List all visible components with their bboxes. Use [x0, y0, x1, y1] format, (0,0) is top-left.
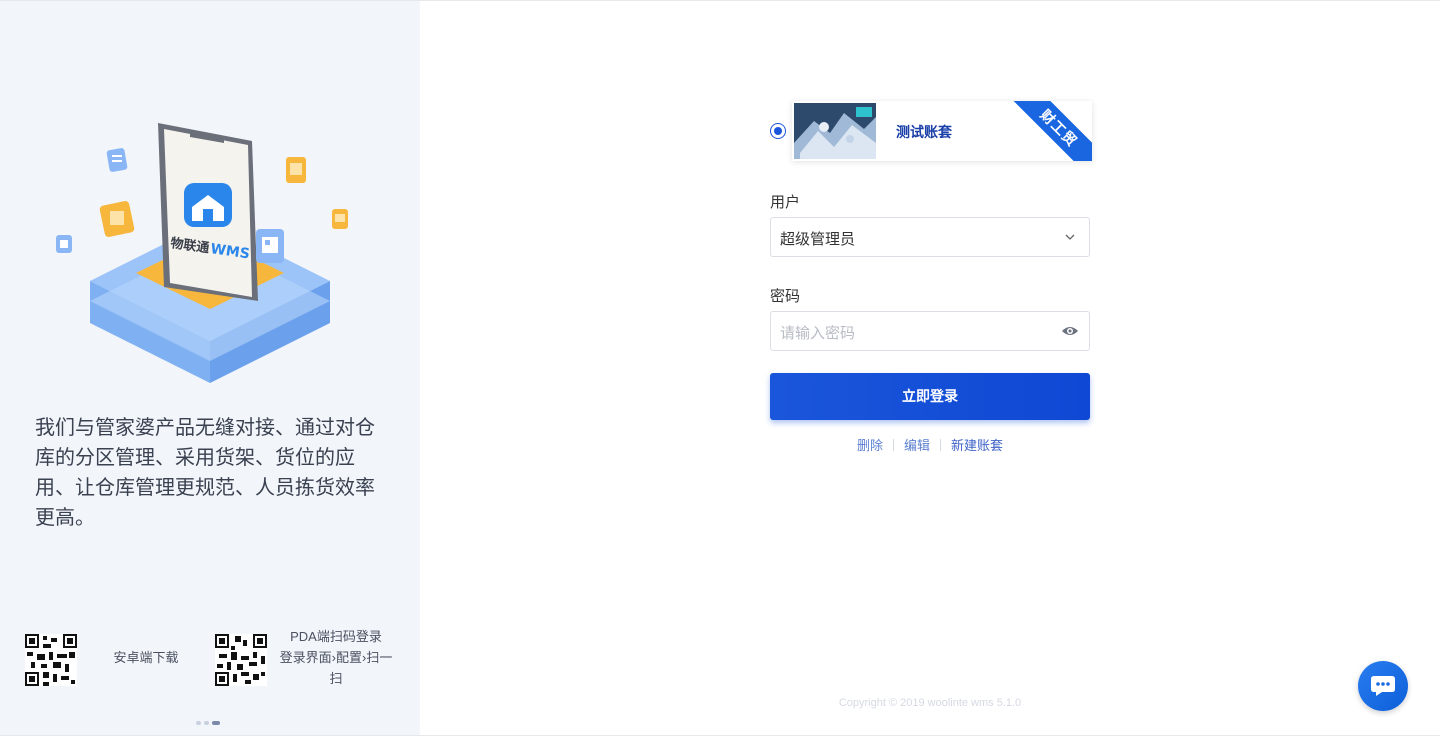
android-download-label: 安卓端下载 [113, 650, 179, 665]
link-divider [940, 439, 941, 451]
account-selector[interactable]: 测试账套 财工贸 [770, 101, 1092, 161]
account-thumbnail-image [794, 103, 876, 159]
phone-illustration: 物联通 WMS [56, 123, 348, 383]
chevron-down-icon[interactable] [1063, 230, 1077, 244]
account-type-ribbon: 财工贸 [1010, 101, 1092, 161]
floating-box-icon [99, 200, 135, 238]
password-field-label: 密码 [770, 288, 801, 305]
copyright-text: Copyright © 2019 woolinte wms 5.1.0 [838, 697, 1022, 709]
floating-doc-icon [106, 148, 128, 172]
carousel-dots [196, 721, 220, 725]
floating-grid-icon [286, 157, 306, 183]
promo-text: 我们与管家婆产品无缝对接、通过对仓库的分区管理、采用货架、货位的应用、让仓库管理… [35, 417, 375, 529]
user-select-value: 超级管理员 [780, 231, 856, 248]
pda-login-label-line1: PDA端扫码登录 [290, 629, 382, 644]
link-divider [892, 439, 894, 451]
floating-qr-icon [256, 229, 284, 263]
carousel-dot[interactable] [204, 721, 209, 725]
login-button[interactable]: 立即登录 [770, 373, 1090, 420]
eye-icon[interactable] [1061, 324, 1079, 338]
chat-bubble-icon [1371, 676, 1395, 696]
carousel-dot[interactable] [196, 721, 201, 725]
user-field-label: 用户 [770, 194, 801, 211]
pda-login-qr-code[interactable] [215, 634, 267, 686]
left-promo-panel: 物联通 WMS 我们与管家婆产品无缝对接、通过对仓库的分区管理、采用货架、货位的… [0, 1, 420, 735]
account-card[interactable]: 测试账套 财工贸 [792, 101, 1092, 161]
login-page: 物联通 WMS 我们与管家婆产品无缝对接、通过对仓库的分区管理、采用货架、货位的… [0, 0, 1440, 736]
pda-login-label: PDA端扫码登录 登录界面›配置›扫一扫 [276, 626, 396, 689]
floating-tag-icon [332, 209, 348, 229]
account-radio[interactable] [770, 123, 786, 139]
password-placeholder: 请输入密码 [780, 325, 856, 342]
carousel-dot-active[interactable] [212, 721, 220, 725]
new-account-link[interactable]: 新建账套 [951, 438, 1003, 453]
qr-download-row: 安卓端下载 PDA端扫码登录 登录界面›配置›扫一扫 [0, 626, 420, 696]
user-select[interactable]: 超级管理员 [770, 217, 1090, 257]
account-name: 测试账套 [896, 124, 952, 140]
chat-support-button[interactable] [1358, 661, 1408, 711]
delete-account-link[interactable]: 删除 [857, 438, 883, 453]
floating-scan-icon [56, 235, 72, 253]
account-actions: 删除 编辑 新建账套 [770, 435, 1090, 454]
android-download-qr-code[interactable] [25, 634, 77, 686]
pda-login-label-line2: 登录界面›配置›扫一扫 [279, 650, 393, 686]
edit-account-link[interactable]: 编辑 [904, 438, 930, 453]
password-input[interactable]: 请输入密码 [770, 311, 1090, 351]
